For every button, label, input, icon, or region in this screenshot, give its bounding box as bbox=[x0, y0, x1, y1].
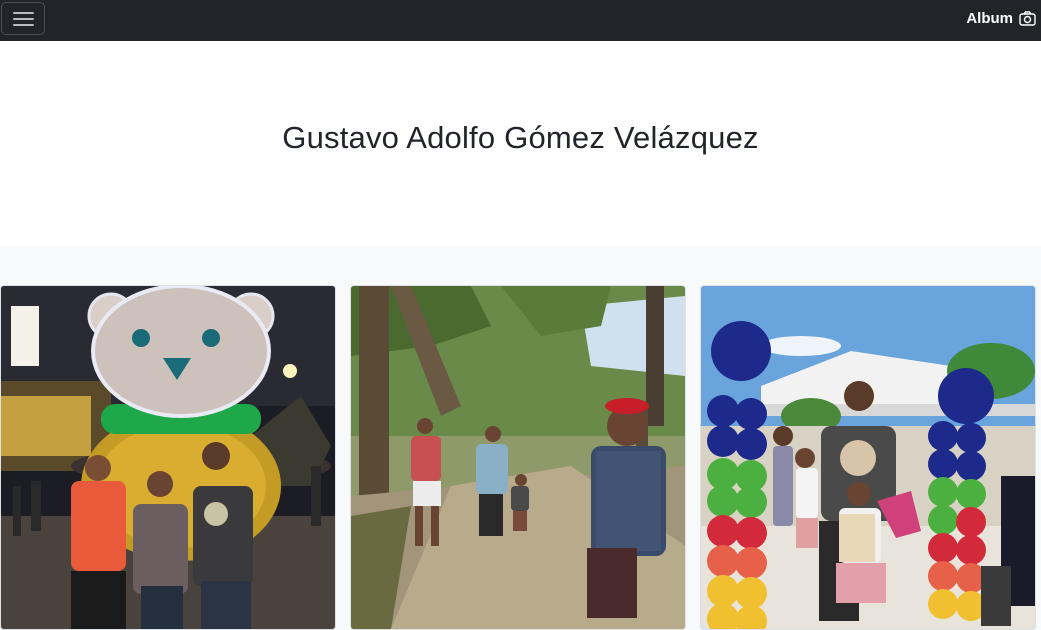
navbar-toggler-button[interactable] bbox=[1, 2, 45, 35]
camera-icon bbox=[1019, 11, 1036, 26]
navbar-brand[interactable]: Album bbox=[966, 10, 1036, 27]
photo-forest-walk bbox=[351, 286, 685, 629]
navbar: Album bbox=[0, 0, 1041, 41]
photo-card[interactable] bbox=[350, 285, 686, 630]
hamburger-menu-icon bbox=[13, 12, 34, 14]
photo-balloon-celebration bbox=[701, 286, 1035, 629]
album-section bbox=[0, 246, 1041, 630]
brand-label: Album bbox=[966, 10, 1013, 27]
photo-card[interactable] bbox=[700, 285, 1036, 630]
photo-christmas-bear bbox=[1, 286, 335, 629]
page-title: Gustavo Adolfo Gómez Velázquez bbox=[282, 120, 759, 155]
hero-section: Gustavo Adolfo Gómez Velázquez bbox=[0, 41, 1041, 246]
photo-card[interactable] bbox=[0, 285, 336, 630]
